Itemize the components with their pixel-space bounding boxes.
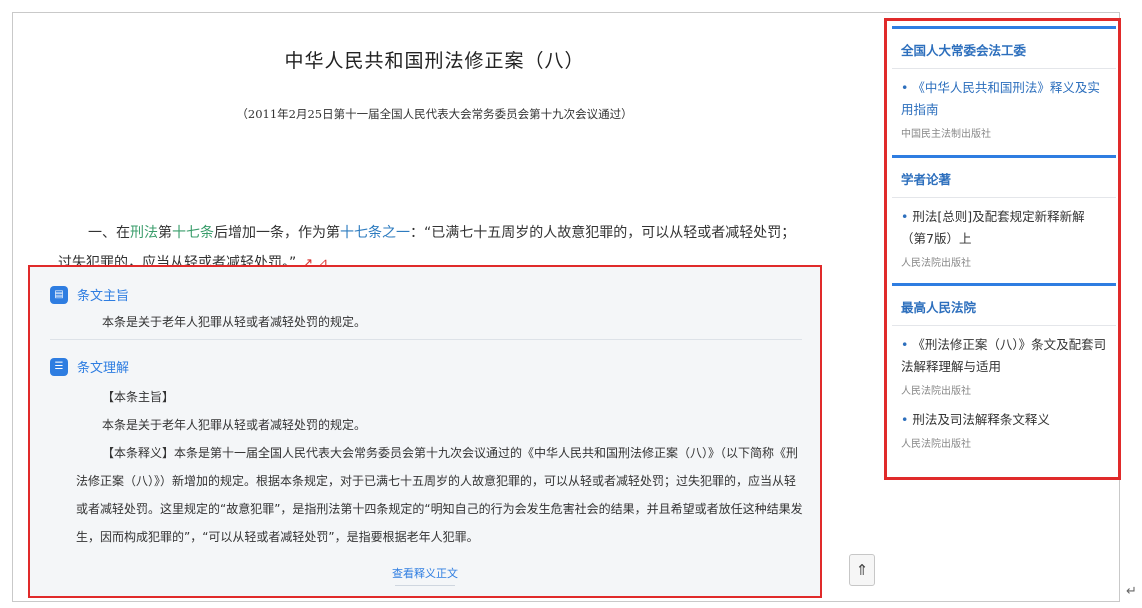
sidebar-section: 最高人民法院 • 《刑法修正案（八）》条文及配套司法解释理解与适用 人民法院出版社… [892, 283, 1116, 450]
list-icon: ☰ [50, 357, 68, 376]
sidebar-item[interactable]: • 《中华人民共和国刑法》释义及实用指南 中国民主法制出版社 [892, 69, 1116, 140]
bullet-icon: • [901, 80, 909, 95]
document-icon: ▤ [50, 285, 68, 304]
article-text-part: 一、在 [88, 225, 130, 241]
document-subtitle: （2011年2月25日第十一届全国人民代表大会常务委员会第十九次会议通过） [236, 107, 633, 121]
sidebar-section-title[interactable]: 最高人民法院 [892, 286, 1116, 326]
summary-header: ▤ 条文主旨 [50, 285, 129, 304]
sidebar-item-title[interactable]: 刑法及司法解释条文释义 [912, 412, 1050, 427]
sidebar-item-source: 人民法院出版社 [901, 439, 971, 450]
sidebar-item-source: 中国民主法制出版社 [901, 129, 991, 140]
sidebar: 全国人大常委会法工委 • 《中华人民共和国刑法》释义及实用指南 中国民主法制出版社… [884, 18, 1121, 480]
summary-text: 本条是关于老年人犯罪从轻或者减轻处罚的规定。 [102, 315, 367, 329]
arrow-up-icon: ⇑ [855, 561, 869, 579]
law-link[interactable]: 刑法 [130, 225, 158, 241]
sidebar-item[interactable]: • 《刑法修正案（八）》条文及配套司法解释理解与适用 人民法院出版社 [892, 326, 1116, 397]
sidebar-section: 学者论著 • 刑法[总则]及配套规定新释新解（第7版）上 人民法院出版社 [892, 155, 1116, 269]
bullet-icon: • [901, 412, 909, 427]
understanding-body: 【本条释义】本条是第十一届全国人民代表大会常务委员会第十九次会议通过的《中华人民… [76, 446, 803, 544]
understanding-heading: 【本条主旨】 [102, 390, 175, 404]
sidebar-item[interactable]: • 刑法及司法解释条文释义 人民法院出版社 [892, 397, 1116, 450]
divider [50, 339, 802, 340]
understanding-text: 本条是关于老年人犯罪从轻或者减轻处罚的规定。 [102, 418, 367, 432]
article-text-part: 第 [158, 225, 172, 241]
new-article-link[interactable]: 十七条之一 [340, 225, 410, 241]
sidebar-item-source: 人民法院出版社 [901, 258, 971, 269]
understanding-header: ☰ 条文理解 [50, 357, 129, 376]
sidebar-section-title[interactable]: 全国人大常委会法工委 [892, 29, 1116, 69]
sidebar-item-title[interactable]: 《刑法修正案（八）》条文及配套司法解释理解与适用 [901, 337, 1106, 374]
sidebar-item[interactable]: • 刑法[总则]及配套规定新释新解（第7版）上 人民法院出版社 [892, 198, 1116, 269]
sidebar-section: 全国人大常委会法工委 • 《中华人民共和国刑法》释义及实用指南 中国民主法制出版社 [892, 26, 1116, 140]
sidebar-section-title[interactable]: 学者论著 [892, 158, 1116, 198]
article-text-part: 后增加一条，作为第 [214, 225, 340, 241]
sidebar-item-title[interactable]: 刑法[总则]及配套规定新释新解（第7版）上 [901, 209, 1085, 246]
link-underline [395, 585, 455, 586]
understanding-label: 条文理解 [77, 361, 130, 376]
article-link[interactable]: 十七条 [172, 225, 214, 241]
sidebar-item-title[interactable]: 《中华人民共和国刑法》释义及实用指南 [901, 80, 1100, 117]
return-mark: ↵ [1126, 584, 1137, 599]
interpretation-panel: ▤ 条文主旨 本条是关于老年人犯罪从轻或者减轻处罚的规定。 ☰ 条文理解 【本条… [28, 265, 822, 598]
sidebar-item-source: 人民法院出版社 [901, 386, 971, 397]
view-interpretation-link[interactable]: 查看释义正文 [30, 565, 820, 581]
bullet-icon: • [901, 209, 909, 224]
summary-label: 条文主旨 [77, 289, 130, 304]
document-title: 中华人民共和国刑法修正案（八） [284, 50, 585, 72]
bullet-icon: • [901, 337, 909, 352]
back-to-top-button[interactable]: ⇑ [849, 554, 875, 586]
